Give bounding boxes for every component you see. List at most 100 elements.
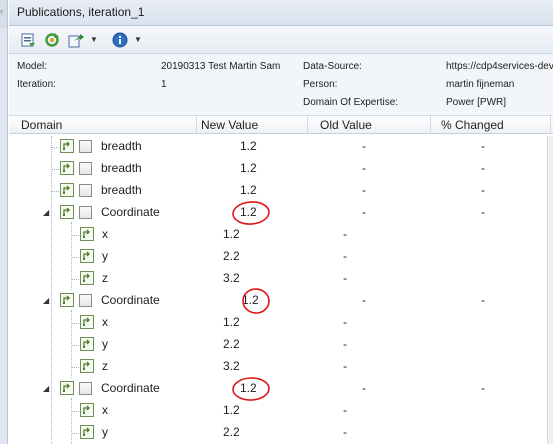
parameter-icon xyxy=(80,227,94,241)
tree-guide-line xyxy=(51,191,59,192)
tree-guide-line xyxy=(71,398,72,444)
column-header-new-value[interactable]: New Value xyxy=(201,118,258,133)
publish-icon xyxy=(21,33,35,47)
percent-changed-value: - xyxy=(481,381,485,395)
row-checkbox[interactable] xyxy=(79,382,92,395)
refresh-button[interactable] xyxy=(41,29,63,51)
new-value: 1.2 xyxy=(240,183,257,197)
new-value: 2.2 xyxy=(223,337,240,351)
row-checkbox[interactable] xyxy=(79,140,92,153)
old-value: - xyxy=(343,403,347,417)
info-dropdown-arrow[interactable]: ▼ xyxy=(133,35,143,44)
old-value: - xyxy=(343,249,347,263)
tree-guide-line xyxy=(71,235,79,236)
row-label: breadth xyxy=(101,183,142,197)
info-icon xyxy=(112,32,128,47)
publish-button[interactable] xyxy=(17,29,39,51)
parameter-icon xyxy=(80,315,94,329)
old-value: - xyxy=(343,337,347,351)
old-value: - xyxy=(362,205,366,219)
table-row[interactable]: breadth 1.2 - - xyxy=(9,180,553,202)
old-value: - xyxy=(343,271,347,285)
row-label: breadth xyxy=(101,161,142,175)
tree-guide-line xyxy=(71,367,79,368)
row-label: x xyxy=(102,315,108,329)
new-value: 1.2 xyxy=(240,161,257,175)
new-value: 3.2 xyxy=(223,271,240,285)
new-value: 1.2 xyxy=(223,403,240,417)
percent-changed-value: - xyxy=(481,183,485,197)
column-header-percent-changed[interactable]: % Changed xyxy=(441,118,504,133)
window-title: Publications, iteration_1 xyxy=(9,0,553,26)
column-header-old-value[interactable]: Old Value xyxy=(320,118,372,133)
row-label: Coordinate xyxy=(101,205,160,219)
tree-guide-line xyxy=(71,222,72,290)
iteration-value: 1 xyxy=(161,79,167,90)
table-row[interactable]: x 1.2 - xyxy=(9,400,553,422)
vertical-scrollbar[interactable] xyxy=(547,136,553,444)
tree-guide-line xyxy=(71,411,79,412)
parameter-icon xyxy=(80,359,94,373)
parameter-icon xyxy=(60,161,74,175)
tree-guide-line xyxy=(71,279,79,280)
row-label: z xyxy=(102,359,108,373)
table-row[interactable]: breadth 1.2 - - xyxy=(9,158,553,180)
table-row[interactable]: x 1.2 - xyxy=(9,312,553,334)
table-row[interactable]: y 2.2 - xyxy=(9,422,553,444)
column-headers: Domain New Value Old Value % Changed xyxy=(9,116,553,134)
row-checkbox[interactable] xyxy=(79,162,92,175)
row-checkbox[interactable] xyxy=(79,206,92,219)
old-value: - xyxy=(362,293,366,307)
old-value: - xyxy=(343,315,347,329)
export-icon xyxy=(68,33,84,47)
parameter-icon xyxy=(60,139,74,153)
parameter-icon xyxy=(60,183,74,197)
row-label: x xyxy=(102,403,108,417)
tree-guide-line xyxy=(51,136,52,444)
domain-of-expertise-label: Domain Of Expertise: xyxy=(303,97,399,108)
table-row[interactable]: ◢ Coordinate 1.2- - xyxy=(9,377,553,401)
export-button[interactable] xyxy=(65,29,87,51)
table-row[interactable]: z 3.2 - xyxy=(9,356,553,378)
parameter-icon xyxy=(80,403,94,417)
model-label: Model: xyxy=(17,61,48,72)
parameter-icon xyxy=(60,205,74,219)
datasource-label: Data-Source: xyxy=(303,61,362,72)
table-row[interactable]: y 2.2 - xyxy=(9,334,553,356)
parameter-icon xyxy=(80,249,94,263)
new-value: 3.2 xyxy=(223,359,240,373)
publications-tree: breadth 1.2- - breadth 1.2- - breadth 1.2- - ◢ Coo… xyxy=(9,136,553,444)
old-value: - xyxy=(362,183,366,197)
old-value: - xyxy=(343,227,347,241)
row-label: Coordinate xyxy=(101,381,160,395)
tree-guide-line xyxy=(71,310,72,378)
old-value: - xyxy=(362,139,366,153)
row-checkbox[interactable] xyxy=(79,184,92,197)
chevron-left-icon: ‹ xyxy=(0,6,3,16)
table-row[interactable]: z 3.2 - xyxy=(9,268,553,290)
table-row[interactable]: x 1.2 - xyxy=(9,224,553,246)
toolbar: ▼ ▼ xyxy=(9,26,553,54)
new-value: 1.2 xyxy=(240,139,257,153)
parameter-icon xyxy=(60,381,74,395)
model-info-panel: Model: 20190313 Test Martin Sam Iteratio… xyxy=(9,54,553,116)
row-label: y xyxy=(102,337,108,351)
info-button[interactable] xyxy=(109,29,131,51)
row-label: y xyxy=(102,249,108,263)
table-row[interactable]: y 2.2 - xyxy=(9,246,553,268)
new-value: 1.2 xyxy=(223,315,240,329)
percent-changed-value: - xyxy=(481,293,485,307)
new-value: 1.2 xyxy=(223,227,240,241)
table-row[interactable]: ◢ Coordinate 1.2- - xyxy=(9,201,553,225)
row-label: x xyxy=(102,227,108,241)
iteration-label: Iteration: xyxy=(17,79,56,90)
export-dropdown-arrow[interactable]: ▼ xyxy=(89,35,99,44)
person-value: martin fijneman xyxy=(446,79,515,90)
row-checkbox[interactable] xyxy=(79,294,92,307)
new-value: 2.2 xyxy=(223,425,240,439)
column-header-domain[interactable]: Domain xyxy=(21,118,62,133)
table-row[interactable]: ◢ Coordinate 1.2- - xyxy=(9,288,553,314)
table-row[interactable]: breadth 1.2 - - xyxy=(9,136,553,158)
percent-changed-value: - xyxy=(481,161,485,175)
tree-guide-line xyxy=(71,257,79,258)
